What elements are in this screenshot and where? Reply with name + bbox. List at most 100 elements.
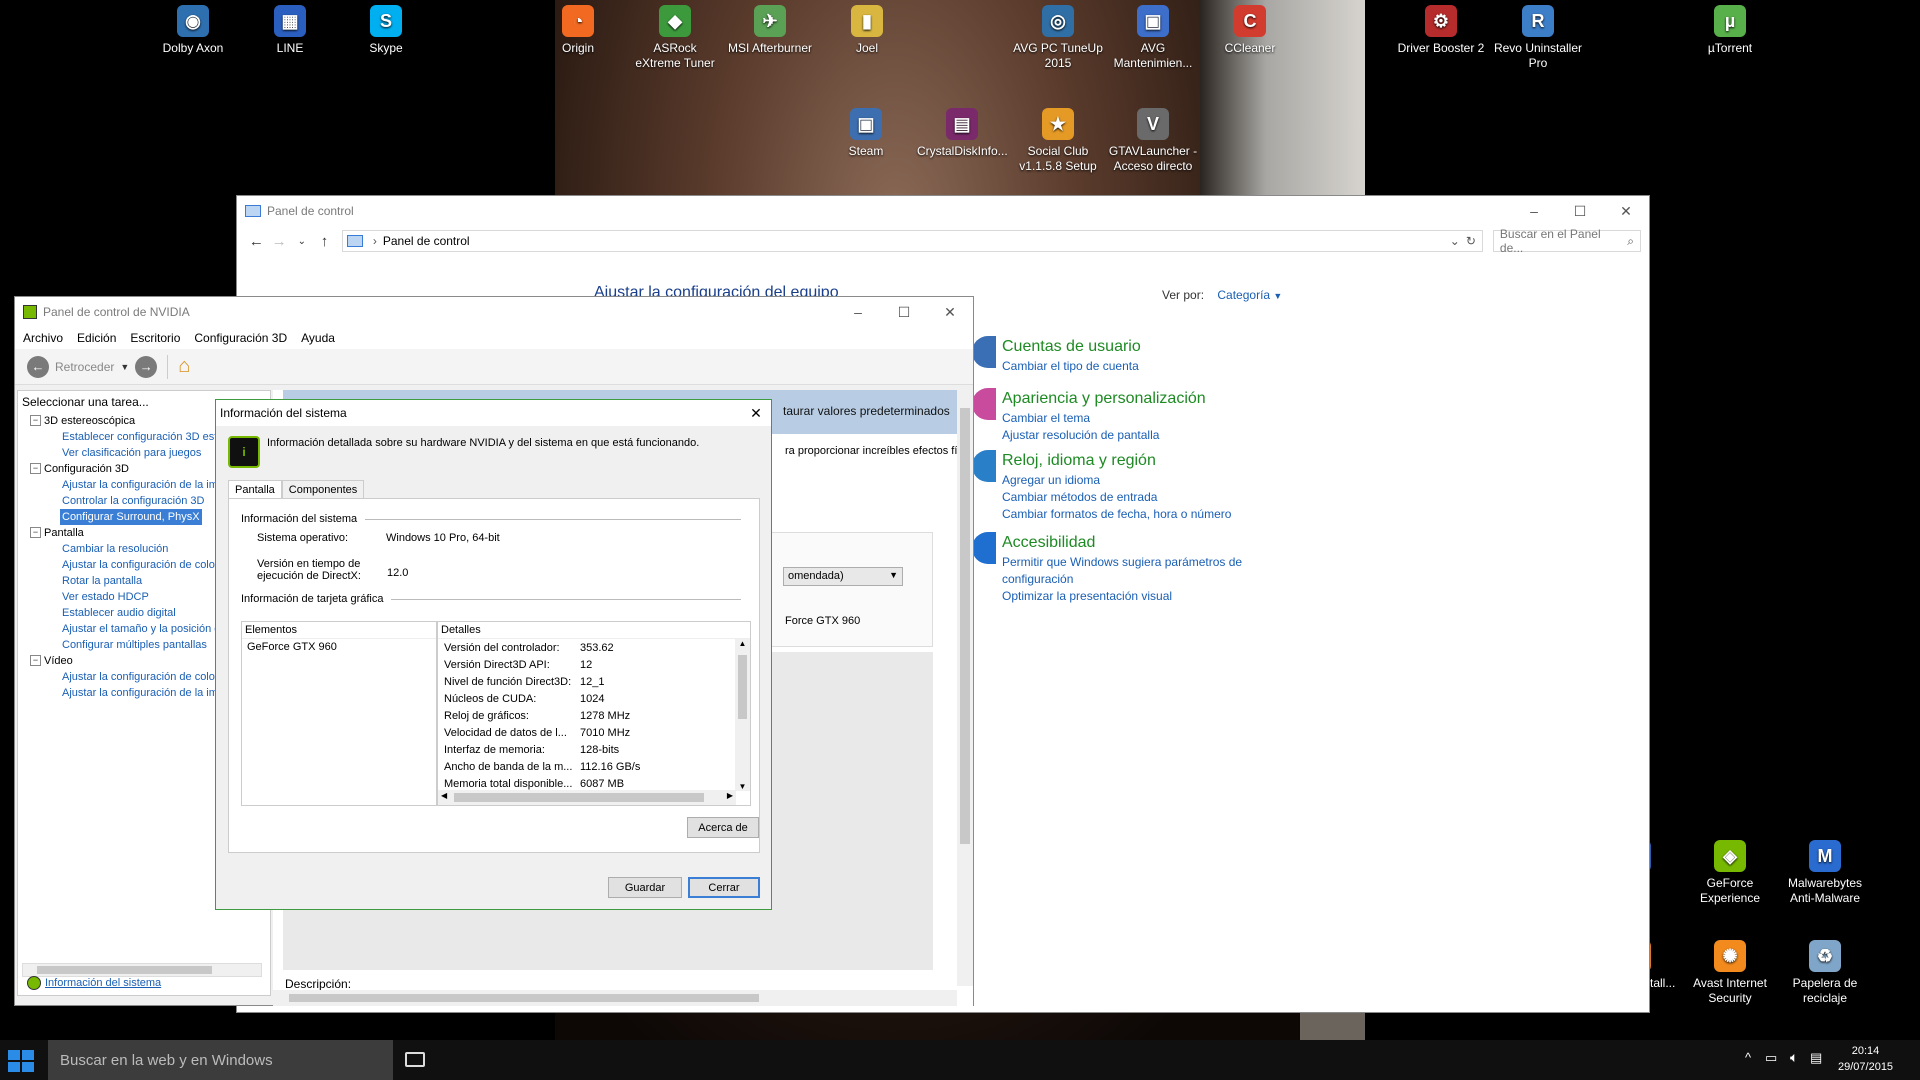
desktop-icon[interactable]: ★ Social Club v1.1.5.8 Setup — [1013, 108, 1103, 174]
menu-item[interactable]: Configuración 3D — [194, 331, 287, 345]
category: Apariencia y personalización Cambiar el t… — [1002, 390, 1262, 444]
menu-item[interactable]: Archivo — [23, 331, 63, 345]
details-vscrollbar[interactable]: ▲ ▼ — [735, 639, 750, 791]
close-button[interactable]: ✕ — [1603, 196, 1649, 226]
menu-item[interactable]: Escritorio — [130, 331, 180, 345]
category-link[interactable]: Optimizar la presentación visual — [1002, 588, 1262, 605]
desktop-icon[interactable]: M Malwarebytes Anti-Malware — [1780, 840, 1870, 906]
nvidia-close-button[interactable]: ✕ — [927, 297, 973, 327]
details-hscroll-thumb[interactable] — [454, 793, 704, 802]
restore-defaults-link[interactable]: taurar valores predeterminados — [783, 404, 950, 418]
show-hidden-icons-icon[interactable]: ^ — [1745, 1050, 1751, 1065]
menu-item[interactable]: Ayuda — [301, 331, 335, 345]
taskbar-search-box[interactable]: Buscar en la web y en Windows — [48, 1040, 393, 1080]
volume-icon[interactable]: 🔈︎ — [1790, 1049, 1798, 1066]
minimize-button[interactable]: – — [1511, 196, 1557, 226]
category-title[interactable]: Cuentas de usuario — [1002, 338, 1262, 356]
tree-item-selected[interactable]: Configurar Surround, PhysX — [60, 509, 202, 525]
back-circle-icon[interactable]: ← — [27, 355, 49, 378]
back-arrow-icon[interactable]: ← — [245, 233, 268, 250]
physx-dropdown[interactable]: omendada) ▼ — [783, 567, 903, 586]
desktop-icon[interactable]: ✈ MSI Afterburner — [725, 5, 815, 56]
nvidia-maximize-button[interactable]: ☐ — [881, 297, 927, 327]
desktop-icon[interactable]: ▣ AVG Mantenimien... — [1108, 5, 1198, 71]
nvidia-menu-bar: Archivo Edición Escritorio Configuración 3D… — [15, 327, 973, 349]
gpu-list-item[interactable]: GeForce GTX 960 — [242, 639, 436, 655]
desktop-icon[interactable]: ◆ ASRock eXtreme Tuner — [630, 5, 720, 71]
forward-circle-icon[interactable]: → — [135, 355, 158, 378]
save-button[interactable]: Guardar — [608, 877, 682, 898]
desktop-icon[interactable]: ♻ Papelera de reciclaje — [1780, 940, 1870, 1006]
details-hscrollbar[interactable]: ◀ ▶ — [438, 790, 736, 805]
desktop-icon[interactable]: ⚙ Driver Booster 2 — [1396, 5, 1486, 56]
task-hscroll-thumb[interactable] — [37, 966, 212, 974]
category-link[interactable]: Cambiar métodos de entrada — [1002, 489, 1262, 506]
network-icon[interactable]: ▭ — [1765, 1050, 1777, 1066]
nvidia-minimize-button[interactable]: – — [835, 297, 881, 327]
tab-display[interactable]: Pantalla — [228, 480, 282, 499]
details-right-arrow-icon[interactable]: ▶ — [727, 791, 733, 800]
content-vscroll-thumb[interactable] — [960, 408, 970, 844]
category-icon[interactable] — [972, 388, 996, 420]
desktop-icon[interactable]: ◎ AVG PC TuneUp 2015 — [1013, 5, 1103, 71]
category-icon[interactable] — [972, 450, 996, 482]
windows-start-icon[interactable] — [8, 1050, 34, 1072]
details-up-arrow-icon[interactable]: ▲ — [735, 639, 750, 648]
gta-launcher-icon: V — [1137, 108, 1169, 140]
category-link[interactable]: Permitir que Windows sugiera parámetros … — [1002, 554, 1262, 588]
category-link[interactable]: Cambiar el tema — [1002, 410, 1262, 427]
content-hscrollbar[interactable] — [273, 990, 957, 1006]
category-icon[interactable] — [972, 336, 996, 368]
category-link[interactable]: Agregar un idioma — [1002, 472, 1262, 489]
desktop-icon[interactable]: ◉ Dolby Axon — [148, 5, 238, 56]
category-icon[interactable] — [972, 532, 996, 564]
msi-afterburner-icon: ✈ — [754, 5, 786, 37]
address-path[interactable]: › Panel de control ⌄ ↻ — [341, 230, 1483, 252]
desktop-icon[interactable]: µ µTorrent — [1685, 5, 1775, 56]
tab-components[interactable]: Componentes — [281, 480, 365, 499]
back-label[interactable]: Retroceder — [55, 360, 114, 374]
category-title[interactable]: Accesibilidad — [1002, 534, 1262, 552]
maximize-button[interactable]: ☐ — [1557, 196, 1603, 226]
menu-item[interactable]: Edición — [77, 331, 116, 345]
desktop-icon[interactable]: ▤ CrystalDiskInfo... — [917, 108, 1008, 159]
forward-arrow-icon[interactable]: → — [268, 233, 291, 250]
desktop-icon[interactable]: V GTAVLauncher - Acceso directo — [1108, 108, 1198, 174]
refresh-icon[interactable]: ↻ — [1466, 234, 1476, 248]
desktop-icon[interactable]: ▮ Joel — [822, 5, 912, 56]
category-link[interactable]: Ajustar resolución de pantalla — [1002, 427, 1262, 444]
sysinfo-link[interactable]: Información del sistema — [45, 977, 161, 989]
category-title[interactable]: Reloj, idioma y región — [1002, 452, 1262, 470]
details-vscroll-thumb[interactable] — [738, 655, 747, 719]
desktop-icon[interactable]: ▦ LINE — [245, 5, 335, 56]
category-link[interactable]: Cambiar formatos de fecha, hora o número — [1002, 506, 1262, 523]
desktop-icon[interactable]: ◔ Origin — [533, 5, 623, 56]
category-title[interactable]: Apariencia y personalización — [1002, 390, 1262, 408]
details-left-arrow-icon[interactable]: ◀ — [441, 791, 447, 800]
desktop-icon[interactable]: ◈ GeForce Experience — [1685, 840, 1775, 906]
category-link[interactable]: Cambiar el tipo de cuenta — [1002, 358, 1262, 375]
address-dropdown-icon[interactable]: ⌄ — [1450, 234, 1460, 248]
desktop-icon[interactable]: ✺ Avast Internet Security — [1685, 940, 1775, 1006]
sysinfo-close-x-button[interactable]: ✕ — [741, 405, 771, 422]
desktop-icon[interactable]: R Revo Uninstaller Pro — [1493, 5, 1583, 71]
desktop-icon[interactable]: S Skype — [341, 5, 431, 56]
desktop-icon[interactable]: ▣ Steam — [821, 108, 911, 159]
clock[interactable]: 20:14 29/07/2015 — [1838, 1043, 1893, 1075]
task-hscrollbar[interactable] — [22, 963, 262, 977]
recent-locations-icon[interactable]: ⌄ — [290, 236, 313, 247]
task-view-icon[interactable] — [405, 1052, 425, 1067]
home-icon[interactable]: ⌂ — [178, 355, 190, 378]
language-icon[interactable]: ▤ — [1810, 1050, 1822, 1066]
control-panel-search-input[interactable]: Buscar en el Panel de... ⌕ — [1492, 227, 1641, 255]
view-by-dropdown[interactable]: Categoría ▼ — [1217, 288, 1282, 302]
desktop-icon[interactable]: C CCleaner — [1205, 5, 1295, 56]
content-hscroll-thumb[interactable] — [289, 994, 759, 1002]
close-button[interactable]: Cerrar — [688, 877, 760, 898]
up-arrow-icon[interactable]: ↑ — [313, 233, 336, 250]
about-button[interactable]: Acerca de — [687, 817, 759, 838]
content-vscrollbar[interactable] — [957, 390, 973, 986]
back-dropdown-icon[interactable]: ▼ — [120, 362, 129, 372]
desktop-icon-label: ASRock eXtreme Tuner — [635, 41, 715, 70]
details-down-arrow-icon[interactable]: ▼ — [735, 782, 750, 791]
